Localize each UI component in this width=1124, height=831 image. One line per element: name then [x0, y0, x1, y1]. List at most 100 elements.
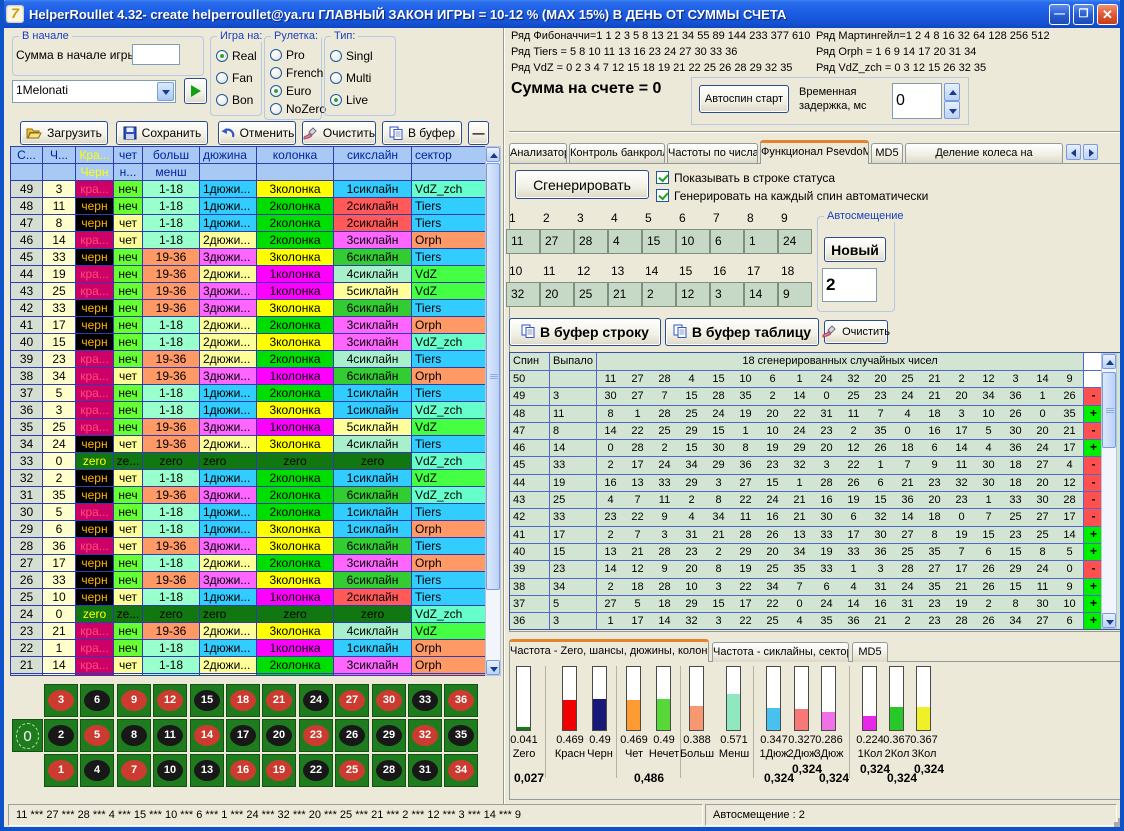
delay-spin-down-button[interactable]: [944, 101, 960, 119]
board-cell-31[interactable]: 31: [408, 754, 442, 787]
dozen-cell: 3дюжи...: [200, 419, 257, 436]
board-cell-2[interactable]: 2: [44, 719, 78, 752]
results-table-scrollbar[interactable]: [485, 146, 501, 676]
profile-combobox[interactable]: 1Melonati: [12, 80, 176, 103]
radio-euro[interactable]: [270, 85, 282, 97]
scroll-up-button[interactable]: [486, 147, 500, 162]
board-cell-3[interactable]: 3: [44, 684, 78, 717]
autoshift-input[interactable]: [822, 268, 877, 302]
board-cell-0[interactable]: 0: [12, 719, 43, 752]
board-cell-35[interactable]: 35: [444, 719, 478, 752]
board-cell-13[interactable]: 13: [190, 754, 224, 787]
scrollbar-thumb[interactable]: [486, 163, 500, 590]
bar-name: Менш: [719, 748, 749, 760]
board-cell-17[interactable]: 17: [226, 719, 260, 752]
tab-scroll-left-button[interactable]: [1066, 144, 1081, 160]
tab-4[interactable]: Функционал PsevdoMS: [760, 140, 869, 164]
board-cell-9[interactable]: 9: [117, 684, 151, 717]
board-cell-8[interactable]: 8: [117, 719, 151, 752]
board-cell-33[interactable]: 33: [408, 684, 442, 717]
board-cell-18[interactable]: 18: [226, 684, 260, 717]
radio-pro[interactable]: [270, 49, 282, 61]
radio-real[interactable]: [216, 50, 228, 62]
delay-spin-up-button[interactable]: [944, 83, 960, 101]
undo-button[interactable]: Отменить: [218, 121, 296, 145]
board-cell-12[interactable]: 12: [153, 684, 187, 717]
play-button[interactable]: [184, 78, 207, 104]
tab-5[interactable]: MD5: [871, 143, 903, 163]
clear-generated-button[interactable]: Очистить: [824, 320, 888, 344]
start-sum-input[interactable]: [132, 44, 180, 65]
board-cell-1[interactable]: 1: [44, 754, 78, 787]
load-button[interactable]: Загрузить: [20, 121, 108, 145]
radio-nozero[interactable]: [270, 103, 282, 115]
board-cell-34[interactable]: 34: [444, 754, 478, 787]
board-cell-29[interactable]: 29: [372, 719, 406, 752]
generate-button[interactable]: Сгенерировать: [515, 170, 649, 199]
board-cell-26[interactable]: 26: [335, 719, 369, 752]
combo-dropdown-button[interactable]: [157, 82, 174, 101]
board-cell-5[interactable]: 5: [80, 719, 114, 752]
scroll-down-button[interactable]: [1102, 613, 1116, 628]
board-cell-19[interactable]: 19: [262, 754, 296, 787]
board-cell-22[interactable]: 22: [299, 754, 333, 787]
collapse-button[interactable]: —: [468, 121, 489, 145]
tab-2[interactable]: Контроль банкролла: [569, 143, 665, 163]
minimize-button[interactable]: —: [1049, 4, 1070, 25]
board-cell-4[interactable]: 4: [80, 754, 114, 787]
copy-button[interactable]: В буфер: [382, 121, 462, 145]
frequency-tab-1[interactable]: Частота - Zero, шансы, дюжины, колонки: [509, 639, 709, 662]
auto-generate-checkbox[interactable]: [656, 189, 669, 202]
radio-multi[interactable]: [330, 72, 342, 84]
delay-input[interactable]: [892, 83, 942, 119]
show-status-checkbox[interactable]: [656, 171, 669, 184]
scroll-down-button[interactable]: [486, 660, 500, 675]
board-cell-24[interactable]: 24: [299, 684, 333, 717]
board-cell-36[interactable]: 36: [444, 684, 478, 717]
tab-3[interactable]: Частоты по числам: [667, 143, 758, 163]
show-status-label: Показывать в строке статуса: [674, 171, 835, 185]
board-cell-21[interactable]: 21: [262, 684, 296, 717]
board-cell-14[interactable]: 14: [190, 719, 224, 752]
frequency-tab-2[interactable]: Частота - сиклайны, сектора: [712, 642, 849, 662]
generated-number: 10: [975, 406, 1002, 422]
copy-row-button[interactable]: В буфер строку: [509, 318, 661, 346]
spins-table-scrollbar[interactable]: [1101, 353, 1117, 629]
spins-header-row: СпинВыпало18 сгенерированных случайных ч…: [510, 353, 1120, 371]
radio-singl[interactable]: [330, 50, 342, 62]
board-cell-20[interactable]: 20: [262, 719, 296, 752]
board-cell-28[interactable]: 28: [372, 754, 406, 787]
clear-button[interactable]: Очистить: [302, 121, 376, 145]
scroll-up-button[interactable]: [1102, 354, 1116, 369]
maximize-button[interactable]: ❐: [1073, 4, 1094, 25]
board-cell-27[interactable]: 27: [335, 684, 369, 717]
number-cell: 2: [43, 470, 76, 487]
radio-fan[interactable]: [216, 72, 228, 84]
copy-table-button[interactable]: В буфер таблицу: [665, 318, 819, 346]
board-cell-11[interactable]: 11: [153, 719, 187, 752]
board-cell-32[interactable]: 32: [408, 719, 442, 752]
scrollbar-thumb[interactable]: [1102, 372, 1116, 448]
save-button[interactable]: Сохранить: [116, 121, 208, 145]
board-cell-30[interactable]: 30: [372, 684, 406, 717]
tab-1[interactable]: Анализатор: [509, 143, 567, 163]
board-cell-6[interactable]: 6: [80, 684, 114, 717]
autospin-start-button[interactable]: Автоспин старт: [699, 85, 789, 113]
board-cell-15[interactable]: 15: [190, 684, 224, 717]
radio-french[interactable]: [270, 67, 282, 79]
board-cell-16[interactable]: 16: [226, 754, 260, 787]
column-cell: 1колонка: [257, 419, 334, 436]
board-cell-23[interactable]: 23: [299, 719, 333, 752]
frequency-tab-3[interactable]: MD5: [852, 642, 888, 662]
table-row: 221кра...неч1-181дюжи...1колонка1сиклайн…: [11, 640, 486, 657]
radio-bon[interactable]: [216, 94, 228, 106]
board-cell-10[interactable]: 10: [153, 754, 187, 787]
radio-live[interactable]: [330, 94, 342, 106]
resize-grip[interactable]: [1118, 818, 1124, 824]
tab-6[interactable]: Деление колеса на: [905, 143, 1063, 163]
tab-scroll-right-button[interactable]: [1083, 144, 1098, 160]
close-button[interactable]: ✕: [1097, 4, 1118, 25]
board-cell-25[interactable]: 25: [335, 754, 369, 787]
autoshift-new-button[interactable]: Новый: [824, 237, 886, 262]
board-cell-7[interactable]: 7: [117, 754, 151, 787]
